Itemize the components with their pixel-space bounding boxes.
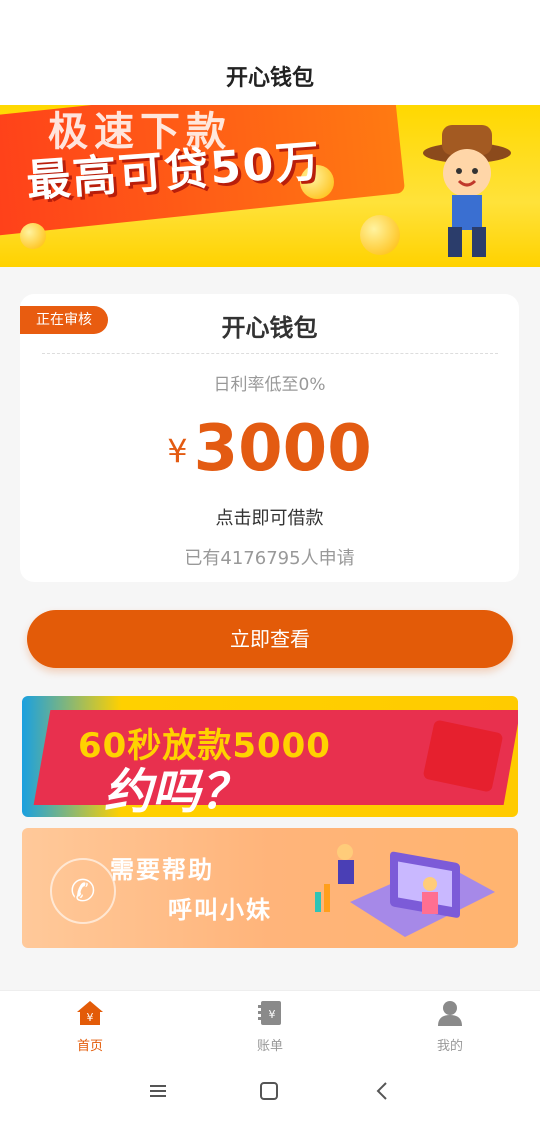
customer-service-illustration [315, 844, 495, 937]
coin-decoration [360, 215, 400, 255]
borrow-hint: 点击即可借款 [215, 508, 324, 529]
loan-amount: ¥3000 [20, 412, 519, 486]
menu-icon[interactable] [147, 1080, 169, 1102]
cartoon-person-illustration [423, 125, 511, 257]
card-title: 开心钱包 [221, 314, 318, 342]
app-header: 开心钱包 [0, 0, 540, 105]
home-icon: ¥ [77, 1001, 103, 1025]
interest-rate-text: 日利率低至0% [213, 375, 326, 395]
profile-icon [438, 1001, 462, 1026]
tab-profile[interactable]: 我的 [410, 999, 490, 1054]
phone-icon: ✆ [50, 858, 116, 924]
home-button-icon[interactable] [258, 1080, 280, 1102]
currency-symbol: ¥ [167, 432, 188, 470]
promo-subheadline: 约吗？ [104, 764, 249, 817]
help-subheadline: 呼叫小妹 [168, 896, 272, 924]
tab-label-profile: 我的 [436, 1039, 463, 1054]
view-now-button[interactable]: 立即查看 [27, 610, 513, 668]
tab-bills[interactable]: ¥ 账单 [230, 999, 310, 1054]
bottom-tab-bar: ¥ 首页 ¥ 账单 我的 [0, 990, 540, 1059]
svg-text:¥: ¥ [87, 1011, 94, 1024]
applicant-count: 已有4176795人申请 [184, 548, 355, 569]
coin-decoration [20, 223, 46, 249]
tab-home[interactable]: ¥ 首页 [50, 999, 130, 1054]
back-icon[interactable] [372, 1080, 394, 1102]
system-navigation-bar [0, 1058, 540, 1124]
svg-text:¥: ¥ [269, 1008, 276, 1021]
page-title: 开心钱包 [225, 66, 314, 91]
divider [42, 353, 498, 354]
hero-banner[interactable]: 极速下款 最高可贷50万 [0, 105, 540, 267]
help-headline: 需要帮助 [110, 856, 214, 884]
amount-value: 3000 [193, 412, 372, 486]
promo-banner-help[interactable]: ✆ 需要帮助 呼叫小妹 [22, 828, 518, 948]
bill-icon: ¥ [258, 1001, 281, 1025]
tab-label-bills: 账单 [256, 1039, 283, 1054]
promo-banner-loan[interactable]: 60秒放款5000 约吗？ [22, 696, 518, 817]
tab-label-home: 首页 [76, 1039, 103, 1054]
